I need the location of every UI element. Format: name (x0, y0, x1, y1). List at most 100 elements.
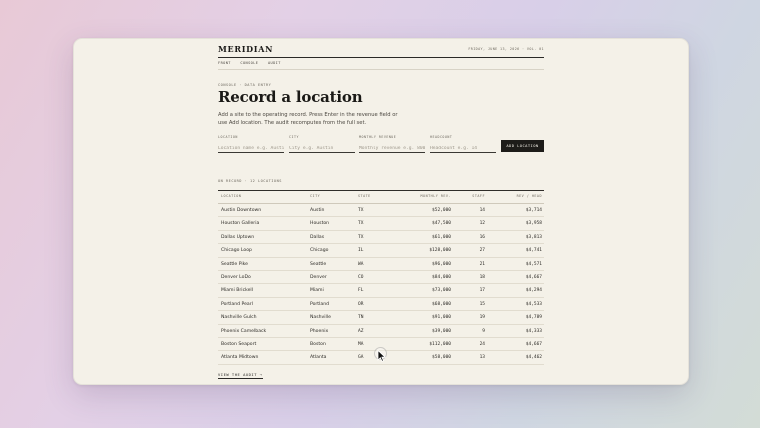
cell-state: FL (358, 288, 364, 294)
table-row[interactable]: Dallas Uptown Dallas TX $61,000 16 $3,813 (218, 231, 544, 245)
cell-state: OR (358, 301, 364, 307)
city-field-group: CITY (289, 135, 355, 153)
cell-city: Nashville (310, 315, 331, 321)
app-window: MERIDIAN FRIDAY, JUNE 13, 2026 · VOL. 01… (73, 38, 689, 385)
cell-rev-per-head: $4,533 (525, 301, 542, 307)
nav-item-console[interactable]: CONSOLE (240, 61, 258, 65)
cell-staff: 21 (479, 261, 485, 267)
revenue-input[interactable] (359, 144, 425, 153)
cell-location: Houston Galleria (221, 221, 260, 227)
cell-revenue: $61,000 (432, 234, 451, 240)
cell-rev-per-head: $4,741 (525, 248, 542, 254)
cell-location: Miami Brickell (221, 288, 253, 294)
cell-staff: 15 (479, 301, 485, 307)
city-label: CITY (289, 135, 299, 139)
cell-staff: 24 (479, 341, 485, 347)
location-input[interactable] (218, 144, 284, 153)
city-input[interactable] (289, 144, 355, 153)
cell-state: AZ (358, 328, 364, 334)
cell-rev-per-head: $4,462 (525, 355, 542, 361)
revenue-field-group: MONTHLY REVENUE (359, 135, 425, 153)
table-row[interactable]: Seattle Pike Seattle WA $96,000 21 $4,571 (218, 258, 544, 271)
headcount-input[interactable] (430, 144, 496, 153)
cell-city: Portland (310, 301, 330, 307)
cell-rev-per-head: $4,667 (525, 274, 542, 280)
headcount-field-group: HEADCOUNT (430, 135, 496, 153)
cell-location: Boston Seaport (221, 341, 257, 347)
cell-city: Atlanta (310, 355, 327, 361)
col-rev-per-head-header[interactable]: REV / HEAD (517, 194, 542, 198)
cell-state: MA (358, 341, 364, 347)
masthead-rule (218, 57, 544, 58)
table-row[interactable]: Nashville Gulch Nashville TN $91,000 19 $4,78… (218, 311, 544, 325)
top-nav: FRONT CONSOLE AUDIT (218, 61, 288, 65)
cell-revenue: $112,000 (429, 341, 451, 347)
cell-state: TN (358, 315, 364, 321)
table-row[interactable]: Denver LoDo Denver CO $84,000 18 $4,667 (218, 271, 544, 285)
cell-staff: 19 (479, 315, 485, 321)
nav-item-front[interactable]: FRONT (218, 61, 231, 65)
nav-rule (218, 69, 544, 70)
col-location-header[interactable]: LOCATION (221, 194, 241, 198)
brand-logo[interactable]: MERIDIAN (218, 44, 273, 54)
table-row[interactable]: Austin Downtown Austin TX $52,000 14 $3,714 (218, 204, 544, 218)
table-row[interactable]: Chicago Loop Chicago IL $128,000 27 $4,741 (218, 244, 544, 258)
col-revenue-header[interactable]: MONTHLY REV. (421, 194, 452, 198)
cell-staff: 17 (479, 288, 485, 294)
cell-city: Houston (310, 221, 330, 227)
cell-location: Nashville Gulch (221, 315, 257, 321)
cell-rev-per-head: $3,958 (525, 221, 542, 227)
cell-staff: 27 (479, 248, 485, 254)
cell-city: Chicago (310, 248, 329, 254)
cell-revenue: $91,000 (432, 315, 451, 321)
cell-state: IL (358, 248, 364, 254)
revenue-label: MONTHLY REVENUE (359, 135, 397, 139)
page-title: Record a location (218, 88, 363, 106)
table-row[interactable]: Miami Brickell Miami FL $73,000 17 $4,294 (218, 284, 544, 298)
cell-rev-per-head: $4,294 (525, 288, 542, 294)
cell-rev-per-head: $4,333 (525, 328, 542, 334)
cell-state: TX (358, 208, 364, 213)
col-state-header[interactable]: STATE (358, 194, 371, 198)
location-label: LOCATION (218, 135, 238, 139)
cell-location: Chicago Loop (221, 248, 252, 254)
cell-revenue: $47,500 (432, 221, 451, 227)
cell-staff: 16 (479, 234, 485, 240)
view-audit-link[interactable]: VIEW THE AUDIT → (218, 372, 263, 379)
cell-city: Austin (310, 208, 325, 213)
locations-table: LOCATION CITY STATE MONTHLY REV. STAFF R… (218, 190, 544, 365)
cell-rev-per-head: $4,789 (525, 315, 542, 321)
cell-location: Austin Downtown (221, 208, 262, 213)
cell-state: GA (358, 355, 364, 361)
cell-state: TX (358, 221, 364, 227)
col-city-header[interactable]: CITY (310, 194, 320, 198)
page-description: Add a site to the operating record. Pres… (218, 112, 398, 126)
cell-rev-per-head: $3,714 (525, 208, 542, 213)
table-header: LOCATION CITY STATE MONTHLY REV. STAFF R… (218, 190, 544, 204)
cell-city: Miami (310, 288, 324, 294)
col-staff-header[interactable]: STAFF (472, 194, 485, 198)
cell-location: Seattle Pike (221, 261, 248, 267)
cell-staff: 14 (479, 208, 485, 213)
cell-state: TX (358, 234, 364, 240)
table-row[interactable]: Portland Pearl Portland OR $68,000 15 $4,533 (218, 298, 544, 312)
cell-revenue: $68,000 (432, 301, 451, 307)
cell-location: Atlanta Midtown (221, 355, 259, 361)
cell-city: Denver (310, 274, 327, 280)
headcount-label: HEADCOUNT (430, 135, 453, 139)
add-location-button[interactable]: ADD LOCATION (501, 140, 544, 152)
cell-rev-per-head: $3,813 (525, 234, 542, 240)
cell-city: Boston (310, 341, 326, 347)
table-row[interactable]: Phoenix Camelback Phoenix AZ $39,000 9 $4,333 (218, 325, 544, 338)
table-row[interactable]: Houston Galleria Houston TX $47,500 12 $3,958 (218, 217, 544, 231)
table-body: Austin Downtown Austin TX $52,000 14 $3,714 Ho… (218, 204, 544, 365)
cell-staff: 18 (479, 274, 485, 280)
cell-rev-per-head: $4,571 (525, 261, 542, 267)
cell-staff: 9 (482, 328, 485, 334)
dateline: FRIDAY, JUNE 13, 2026 · VOL. 01 (468, 47, 544, 51)
location-field-group: LOCATION (218, 135, 284, 153)
nav-item-audit[interactable]: AUDIT (268, 61, 281, 65)
cell-revenue: $96,000 (432, 261, 451, 267)
cell-location: Dallas Uptown (221, 234, 255, 240)
cell-state: WA (358, 261, 364, 267)
